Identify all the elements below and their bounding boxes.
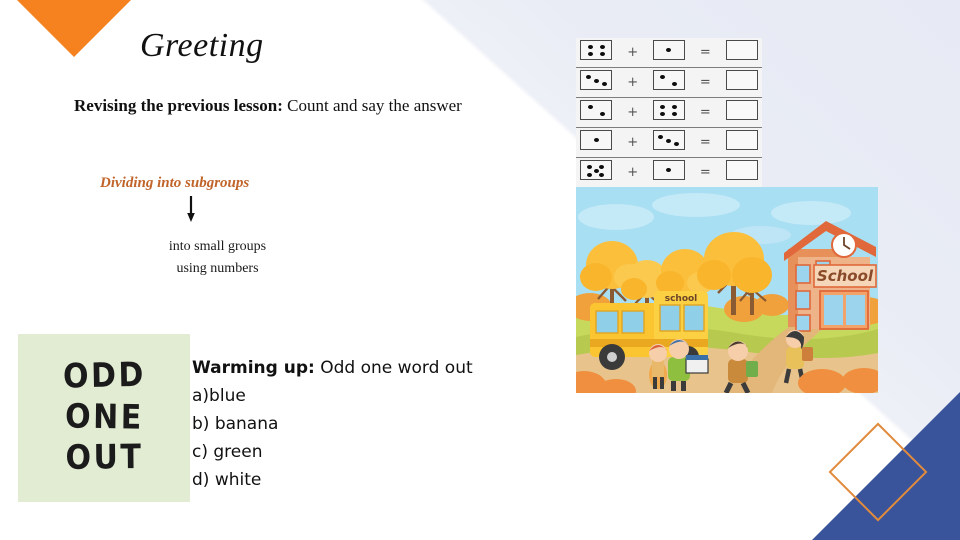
warming-option-d[interactable]: d) white (192, 466, 473, 494)
dot-cell (652, 100, 685, 120)
addend-right-cell (648, 157, 690, 187)
dot-cell (580, 130, 613, 150)
dot-cell (580, 70, 613, 90)
slide-canvas: Greeting Revising the previous lesson: C… (0, 0, 960, 540)
plus-symbol: + (616, 67, 649, 98)
answer-cell[interactable] (721, 157, 762, 187)
equals-symbol: = (689, 97, 722, 128)
equals-symbol: = (689, 157, 722, 187)
odd-card-line-1: ODD (62, 355, 146, 397)
revising-line: Revising the previous lesson: Count and … (74, 96, 462, 116)
addend-right-cell (648, 97, 690, 128)
addend-left-cell (576, 67, 617, 98)
arrow-down-icon (187, 196, 195, 222)
addend-right-cell (648, 127, 690, 158)
warming-up-block: Warming up: Odd one word out a)blue b) b… (192, 354, 473, 494)
warming-up-prompt: Odd one word out (314, 358, 473, 378)
warming-up-heading: Warming up: (192, 358, 315, 378)
subgroups-detail-line-2: using numbers (176, 261, 259, 277)
answer-cell[interactable] (721, 127, 762, 158)
dot-cell (580, 160, 613, 180)
addend-right-cell (648, 67, 690, 98)
addend-left-cell (576, 127, 617, 158)
table-row: + = (576, 38, 762, 68)
answer-box[interactable] (725, 130, 758, 150)
answer-box[interactable] (725, 100, 758, 120)
plus-symbol: + (616, 127, 649, 158)
school-building-label: School (817, 267, 874, 285)
plus-symbol: + (616, 97, 649, 128)
subgroups-heading: Dividing into subgroups (100, 175, 250, 191)
addend-right-cell (648, 38, 690, 68)
subgroups-detail: into small groups using numbers (120, 236, 315, 280)
plus-symbol: + (616, 38, 649, 68)
answer-box[interactable] (725, 40, 758, 60)
dot-counting-table: + = + = + = + = + = (576, 38, 762, 187)
dot-cell (652, 130, 685, 150)
equals-symbol: = (689, 67, 722, 98)
dot-cell (580, 40, 613, 60)
table-row: + = (576, 97, 762, 128)
equals-symbol: = (689, 38, 722, 68)
warming-up-prompt-line: Warming up: Odd one word out (192, 354, 473, 382)
dot-cell (652, 160, 685, 180)
answer-cell[interactable] (721, 97, 762, 128)
odd-one-out-card: ODD ONE OUT (18, 334, 190, 502)
school-bus-label: school (665, 294, 698, 304)
table-row: + = (576, 67, 762, 98)
subgroups-detail-line-1: into small groups (168, 239, 267, 254)
equals-symbol: = (689, 127, 722, 158)
odd-card-line-3: OUT (64, 438, 144, 479)
addend-left-cell (576, 38, 617, 68)
school-scene-illustration: School school (576, 187, 878, 393)
revising-text: Count and say the answer (282, 96, 462, 115)
addend-left-cell (576, 157, 617, 187)
revising-label: Revising the previous lesson: (74, 96, 283, 115)
page-title: Greeting (140, 27, 264, 64)
answer-box[interactable] (725, 70, 758, 90)
odd-card-line-2: ONE (64, 396, 144, 438)
warming-option-b[interactable]: b) banana (192, 410, 473, 438)
addend-left-cell (576, 97, 617, 128)
orange-triangle-decoration (16, 0, 132, 57)
table-row: + = (576, 157, 762, 187)
warming-option-c[interactable]: c) green (192, 438, 473, 466)
dot-cell (652, 70, 685, 90)
answer-box[interactable] (725, 160, 758, 180)
table-row: + = (576, 127, 762, 158)
plus-symbol: + (616, 157, 649, 187)
dot-cell (580, 100, 613, 120)
answer-cell[interactable] (721, 38, 762, 68)
answer-cell[interactable] (721, 67, 762, 98)
odd-one-out-text: ODD ONE OUT (62, 355, 146, 480)
warming-option-a[interactable]: a)blue (192, 382, 473, 410)
dot-cell (652, 40, 685, 60)
